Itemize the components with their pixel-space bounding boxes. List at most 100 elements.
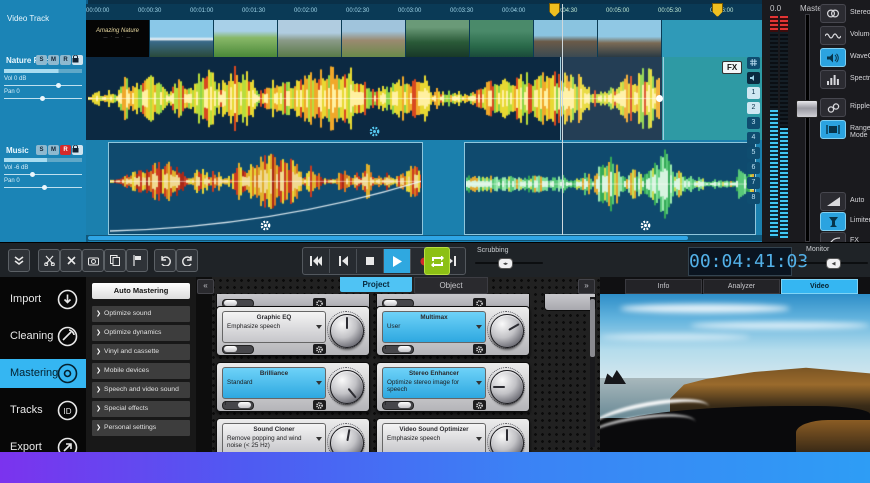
- zoom-preset-2[interactable]: 2: [747, 102, 760, 114]
- zoom-preset-4[interactable]: 4: [747, 132, 760, 144]
- redo-icon[interactable]: [176, 249, 198, 272]
- zoom-preset-7[interactable]: 7: [747, 177, 760, 189]
- range-mode-icon[interactable]: [820, 120, 846, 139]
- volume-slider-handle[interactable]: [56, 83, 61, 88]
- video-thumbnail[interactable]: [470, 20, 534, 57]
- effect-card-sound-cloner[interactable]: Sound Cloner Remove popping and wind noi…: [216, 418, 370, 452]
- scrollbar-thumb[interactable]: [590, 299, 595, 357]
- mute-button[interactable]: M: [48, 55, 59, 65]
- category-mobile-devices[interactable]: ❯Mobile devices: [92, 363, 190, 379]
- zoom-preset-3[interactable]: 3: [747, 117, 760, 129]
- video-track[interactable]: Amazing Nature — · — · —: [86, 20, 762, 57]
- playhead[interactable]: [562, 4, 563, 237]
- horizontal-scrollbar[interactable]: [86, 235, 762, 241]
- grid-icon[interactable]: [747, 57, 760, 69]
- zoom-preset-6[interactable]: 6: [747, 162, 760, 174]
- solo-button[interactable]: S: [36, 145, 47, 155]
- monitor-slider-handle[interactable]: ◀: [826, 258, 841, 269]
- auto-ramp-icon[interactable]: [820, 192, 846, 211]
- track-level-bar[interactable]: [4, 158, 82, 162]
- zoom-preset-5[interactable]: 5: [747, 147, 760, 159]
- volume-slider-handle[interactable]: [30, 172, 35, 177]
- undo-icon[interactable]: [154, 249, 176, 272]
- video-thumbnail[interactable]: [406, 20, 470, 57]
- effect-card-multimax[interactable]: Multimax User I: [376, 306, 530, 356]
- category-optimize-sound[interactable]: ❯Optimize sound: [92, 306, 190, 322]
- volume-slider[interactable]: [4, 85, 82, 86]
- stereo-icon[interactable]: [820, 4, 846, 23]
- master-fader-handle[interactable]: [796, 100, 818, 118]
- sidebar-item-mastering[interactable]: Mastering: [0, 359, 86, 388]
- effect-settings-gear-icon[interactable]: [313, 400, 326, 410]
- video-thumbnail[interactable]: [214, 20, 278, 57]
- fx-badge[interactable]: FX: [722, 61, 742, 74]
- video-thumbnail[interactable]: [342, 20, 406, 57]
- chevron-down-icon[interactable]: [476, 325, 482, 329]
- tab-video[interactable]: Video: [781, 279, 858, 294]
- object-gear-icon[interactable]: [259, 219, 272, 232]
- category-personal-settings[interactable]: ❯Personal settings: [92, 420, 190, 436]
- spectral-bars-icon[interactable]: [820, 70, 846, 89]
- chevron-down-icon[interactable]: [316, 325, 322, 329]
- stop-button[interactable]: [357, 249, 384, 273]
- main-audio-track[interactable]: FX: [86, 57, 762, 140]
- lock-icon[interactable]: [72, 55, 83, 65]
- video-thumbnail[interactable]: [278, 20, 342, 57]
- effect-knob[interactable]: [487, 423, 525, 452]
- audio-clip[interactable]: [464, 142, 756, 235]
- video-thumbnail[interactable]: [534, 20, 598, 57]
- chevron-down-icon[interactable]: [316, 437, 322, 441]
- effect-settings-gear-icon[interactable]: [473, 400, 486, 410]
- audio-clip[interactable]: [108, 142, 423, 235]
- effect-knob[interactable]: [327, 423, 365, 452]
- ripple-chain-icon[interactable]: [820, 98, 846, 117]
- object-gear-icon[interactable]: [368, 125, 381, 138]
- chevron-down-icon[interactable]: [476, 381, 482, 385]
- sidebar-item-cleaning[interactable]: Cleaning: [0, 322, 86, 351]
- collapse-left-icon[interactable]: «: [197, 279, 214, 294]
- music-track[interactable]: [86, 140, 762, 235]
- solo-button[interactable]: S: [36, 55, 47, 65]
- effect-knob[interactable]: [487, 367, 525, 405]
- video-preview[interactable]: [600, 294, 870, 452]
- copy-icon[interactable]: [104, 249, 126, 272]
- wavecolor-speaker-icon[interactable]: [820, 48, 846, 67]
- loop-button[interactable]: [424, 247, 450, 275]
- tab-project[interactable]: Project: [340, 277, 412, 292]
- category-vinyl-cassette[interactable]: ❯Vinyl and cassette: [92, 344, 190, 360]
- object-end-handle[interactable]: [656, 95, 663, 102]
- effect-toggle[interactable]: [382, 401, 414, 410]
- lock-icon[interactable]: [72, 145, 83, 155]
- sidebar-item-tracks[interactable]: Tracks ID: [0, 396, 86, 425]
- tab-info[interactable]: Info: [625, 279, 702, 294]
- play-button[interactable]: [384, 249, 411, 273]
- expand-right-icon[interactable]: »: [578, 279, 595, 294]
- video-thumbnail-title[interactable]: Amazing Nature — · — · —: [86, 20, 150, 57]
- zoom-preset-8[interactable]: 8: [747, 192, 760, 204]
- collapse-arranger-icon[interactable]: [8, 249, 30, 272]
- effect-card-stereo-enhancer[interactable]: Stereo Enhancer Optimize stereo image fo…: [376, 362, 530, 412]
- video-thumbnail[interactable]: [150, 20, 214, 57]
- category-optimize-dynamics[interactable]: ❯Optimize dynamics: [92, 325, 190, 341]
- effect-toggle[interactable]: [222, 401, 254, 410]
- mute-button[interactable]: M: [48, 145, 59, 155]
- pan-slider-handle[interactable]: [42, 185, 47, 190]
- delete-icon[interactable]: [60, 249, 82, 272]
- effects-scrollbar[interactable]: [590, 297, 595, 447]
- marker-flag-icon[interactable]: [126, 249, 148, 272]
- record-arm-button[interactable]: R: [60, 55, 71, 65]
- master-fader-track[interactable]: [805, 14, 810, 242]
- skip-start-button[interactable]: [303, 249, 330, 273]
- effect-knob[interactable]: [327, 311, 365, 349]
- speaker-icon[interactable]: [747, 72, 760, 84]
- timeline-ruler[interactable]: 00:00:00 00:00:30 00:01:00 00:01:30 00:0…: [86, 4, 762, 20]
- object-editor-icon[interactable]: [82, 249, 104, 272]
- record-arm-button[interactable]: R: [60, 145, 71, 155]
- category-speech-video-sound[interactable]: ❯Speech and video sound: [92, 382, 190, 398]
- chevron-down-icon[interactable]: [476, 437, 482, 441]
- effect-toggle[interactable]: [382, 345, 414, 354]
- selection-region[interactable]: [560, 57, 664, 140]
- pan-slider-handle[interactable]: [40, 96, 45, 101]
- effect-settings-gear-icon[interactable]: [473, 344, 486, 354]
- tab-analyzer[interactable]: Analyzer: [703, 279, 780, 294]
